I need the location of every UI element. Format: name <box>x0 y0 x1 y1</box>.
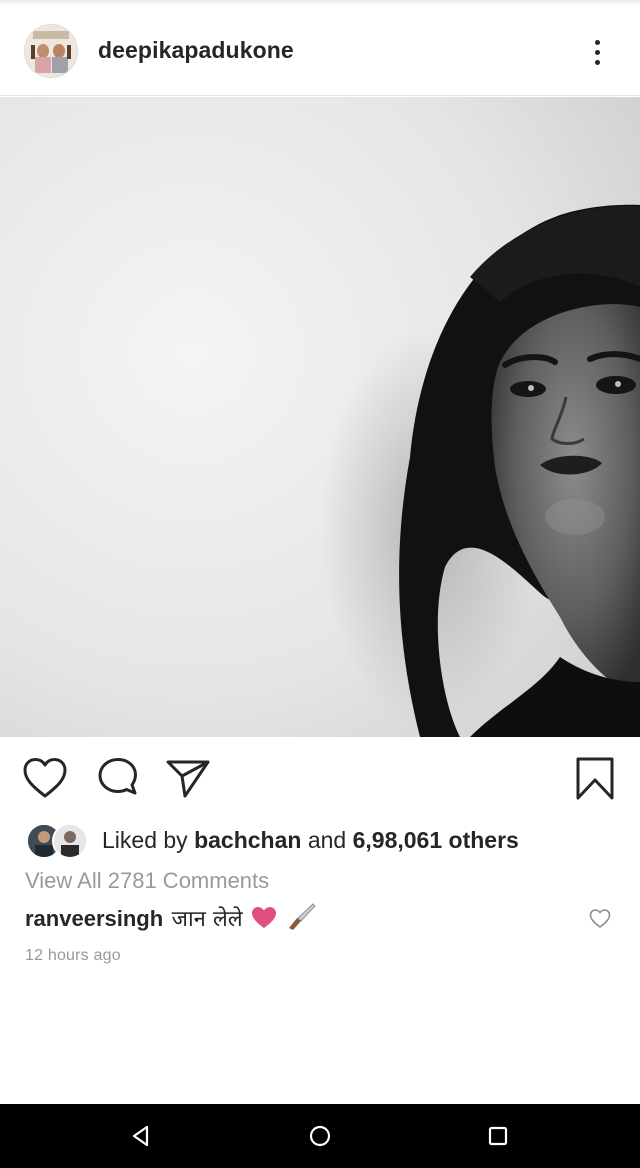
likes-text: Liked by bachchan and 6,98,061 others <box>102 827 519 854</box>
share-button[interactable] <box>165 756 211 802</box>
post-header: deepikapadukone <box>0 6 640 96</box>
liker-avatars <box>26 823 88 859</box>
view-all-comments-link[interactable]: View All 2781 Comments <box>25 868 269 894</box>
recents-square-icon <box>488 1126 508 1146</box>
bw-portrait-photo <box>0 97 640 737</box>
more-dot <box>594 49 600 55</box>
comment-username[interactable]: ranveersingh <box>25 906 163 931</box>
bookmark-outline-icon <box>576 757 614 800</box>
home-circle-icon <box>309 1125 331 1147</box>
liker-avatar <box>52 823 88 859</box>
post-timestamp: 12 hours ago <box>25 947 121 964</box>
more-dot <box>594 59 600 65</box>
paper-plane-icon <box>166 760 210 798</box>
likes-count[interactable]: 6,98,061 others <box>353 827 519 853</box>
top-comment: ranveersingh जान लेले <box>25 902 615 936</box>
more-options-button[interactable] <box>584 32 610 72</box>
post-photo[interactable] <box>0 97 640 737</box>
instagram-post-screen: deepikapadukone Liked by bachchan and 6,… <box>0 0 640 1168</box>
nav-back-button[interactable] <box>126 1121 156 1151</box>
comment-button[interactable] <box>95 756 141 802</box>
save-button[interactable] <box>572 756 618 802</box>
pink-heart-emoji <box>251 906 277 935</box>
liker-username[interactable]: bachchan <box>194 827 301 853</box>
nav-recents-button[interactable] <box>483 1121 513 1151</box>
likes-summary[interactable]: Liked by bachchan and 6,98,061 others <box>26 822 519 859</box>
like-button[interactable] <box>22 756 68 802</box>
profile-avatar[interactable] <box>24 24 78 78</box>
likes-joiner: and <box>307 826 347 853</box>
post-actions-bar <box>0 740 640 814</box>
comment-like-button[interactable] <box>589 908 611 930</box>
heart-outline-icon <box>23 758 67 798</box>
pink-heart-emoji-glyph <box>252 907 277 928</box>
comment-text: जान लेले <box>171 907 243 932</box>
post-username[interactable]: deepikapadukone <box>98 37 294 64</box>
liker-avatar-image <box>54 825 86 857</box>
knife-emoji <box>286 902 316 935</box>
more-vertical-icon <box>594 39 600 45</box>
magazine-cover-thumbnail <box>25 25 77 77</box>
system-navigation-bar <box>0 1104 640 1168</box>
heart-outline-small-icon <box>589 909 611 928</box>
nav-home-button[interactable] <box>305 1121 335 1151</box>
comment-bubble-icon <box>98 758 137 795</box>
back-triangle-icon <box>132 1125 149 1147</box>
likes-prefix: Liked by <box>102 826 188 853</box>
knife-emoji-glyph <box>288 903 316 930</box>
